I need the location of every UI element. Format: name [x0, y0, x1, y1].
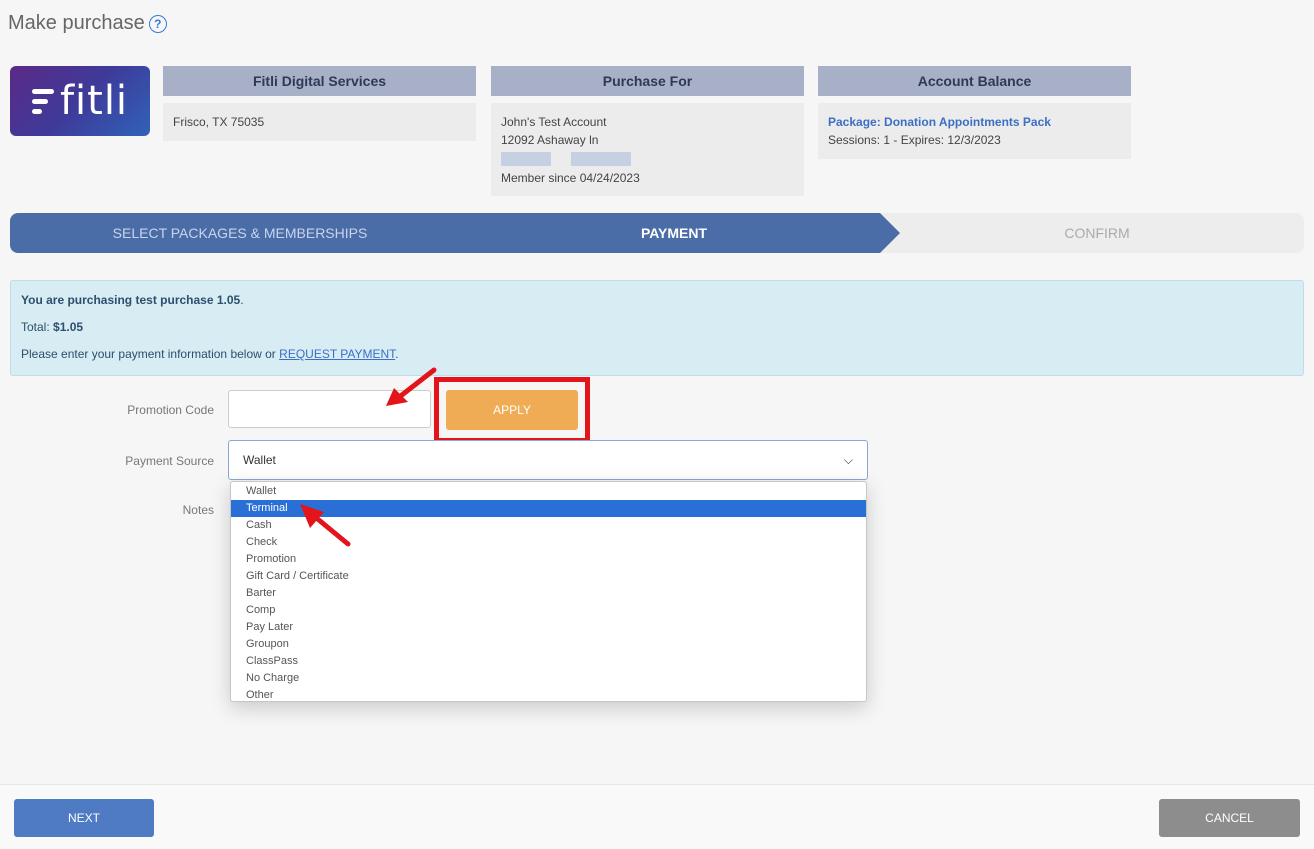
option-classpass[interactable]: ClassPass	[231, 653, 866, 670]
footer-bar	[0, 784, 1314, 849]
logo-wordmark: fitli	[59, 78, 129, 124]
step-select-packages[interactable]: SELECT PACKAGES & MEMBERSHIPS	[10, 213, 470, 253]
step-confirm: CONFIRM	[1064, 225, 1130, 241]
fitli-logo: fitli	[10, 66, 150, 136]
next-button[interactable]: NEXT	[14, 799, 154, 837]
logo-bars-icon	[31, 88, 54, 114]
notes-label: Notes	[182, 503, 214, 517]
customer-name: John's Test Account	[501, 115, 607, 129]
cancel-button[interactable]: CANCEL	[1159, 799, 1300, 837]
total-value: $1.05	[53, 320, 84, 334]
option-wallet[interactable]: Wallet	[231, 483, 866, 500]
business-card-header: Fitli Digital Services	[163, 66, 476, 96]
option-check[interactable]: Check	[231, 534, 866, 551]
request-payment-link[interactable]: REQUEST PAYMENT	[279, 347, 395, 361]
purchase-info-alert: You are purchasing test purchase 1.05. T…	[10, 280, 1304, 376]
business-card-body: Frisco, TX 75035	[163, 103, 476, 141]
customer-street: 12092 Ashaway ln	[501, 133, 599, 147]
purchase-for-body: John's Test Account 12092 Ashaway ln Mem…	[491, 103, 804, 196]
option-pay-later[interactable]: Pay Later	[231, 619, 866, 636]
account-balance-body: Package: Donation Appointments Pack Sess…	[818, 103, 1131, 159]
purchase-for-header: Purchase For	[491, 66, 804, 96]
option-barter[interactable]: Barter	[231, 585, 866, 602]
member-since: Member since 04/24/2023	[501, 171, 640, 185]
option-promotion[interactable]: Promotion	[231, 551, 866, 568]
option-terminal[interactable]: Terminal	[231, 500, 866, 517]
promo-code-label: Promotion Code	[127, 403, 214, 417]
promo-code-input[interactable]	[228, 390, 431, 428]
account-balance-header: Account Balance	[818, 66, 1131, 96]
checkout-steps: CONFIRM PAYMENT SELECT PACKAGES & MEMBER…	[10, 213, 1304, 253]
total-line: Total: $1.05	[21, 320, 84, 334]
option-groupon[interactable]: Groupon	[231, 636, 866, 653]
page-title: Make purchase ?	[8, 12, 167, 35]
payment-source-select[interactable]: Wallet ⌵	[228, 440, 868, 480]
purchasing-line: You are purchasing test purchase 1.05.	[21, 293, 244, 307]
payment-source-dropdown: Wallet Terminal Cash Check Promotion Gif…	[230, 481, 867, 702]
option-gift-card[interactable]: Gift Card / Certificate	[231, 568, 866, 585]
payment-source-value: Wallet	[243, 453, 276, 467]
option-other[interactable]: Other	[231, 687, 866, 704]
option-comp[interactable]: Comp	[231, 602, 866, 619]
option-no-charge[interactable]: No Charge	[231, 670, 866, 687]
balance-package: Package: Donation Appointments Pack	[828, 115, 1051, 129]
step-payment: PAYMENT	[448, 213, 900, 253]
balance-sessions: Sessions: 1 - Expires: 12/3/2023	[828, 133, 1001, 147]
business-address: Frisco, TX 75035	[173, 115, 265, 129]
question-circle-icon[interactable]: ?	[148, 14, 167, 33]
chevron-down-icon: ⌵	[843, 452, 853, 467]
payment-source-label: Payment Source	[125, 454, 214, 468]
annotation-highlight-box	[434, 377, 590, 443]
instructions-line: Please enter your payment information be…	[21, 347, 399, 361]
option-cash[interactable]: Cash	[231, 517, 866, 534]
redacted-info	[501, 152, 794, 166]
purchase-item: test purchase 1.05	[135, 293, 241, 307]
